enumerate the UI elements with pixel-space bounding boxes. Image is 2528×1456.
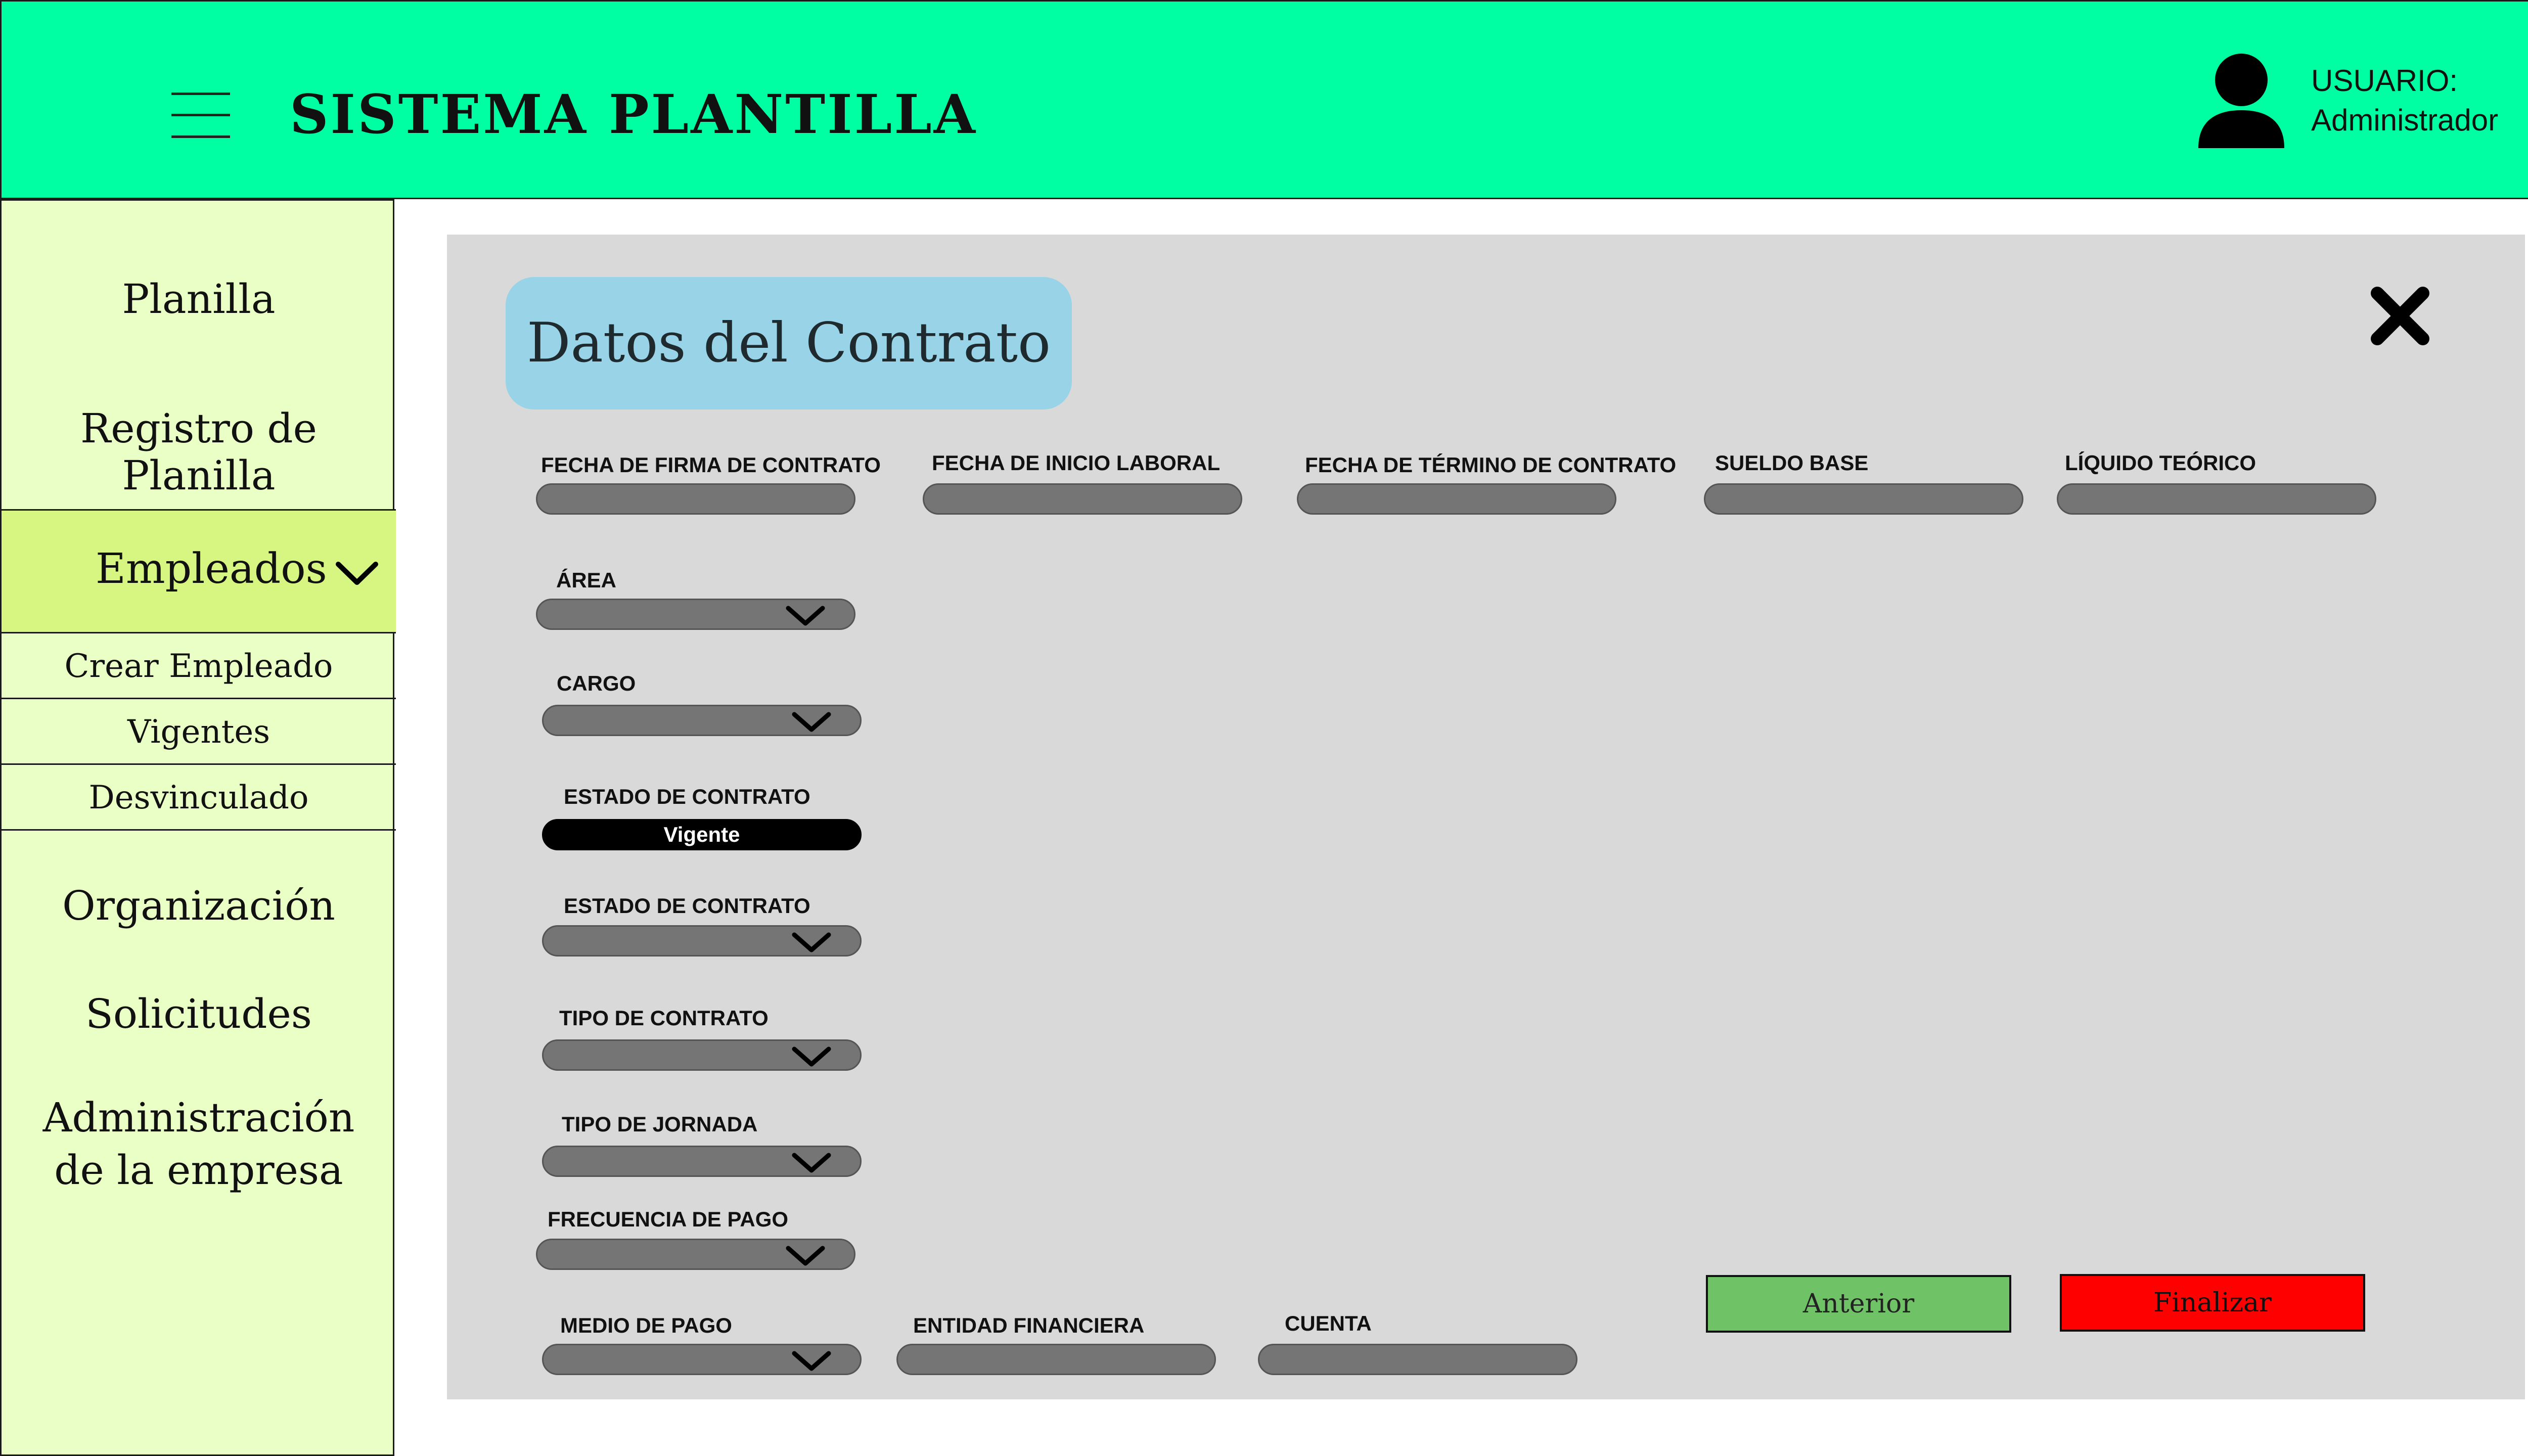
user-label: USUARIO: [2311, 64, 2458, 98]
chevron-down-icon[interactable] [335, 560, 379, 586]
finish-button[interactable]: Finalizar [2060, 1274, 2365, 1332]
nav-item-planilla[interactable]: Planilla [2, 276, 396, 323]
close-icon[interactable] [2367, 283, 2433, 349]
chevron-down-icon[interactable] [785, 1245, 826, 1266]
chevron-down-icon[interactable] [785, 605, 826, 626]
chevron-down-icon[interactable] [791, 1046, 832, 1067]
cargo-label: CARGO [557, 671, 636, 695]
nav-item-administracion-empresa[interactable]: Administración de la empresa [2, 1091, 396, 1197]
nav-item-administracion-line1: Administración [42, 1094, 355, 1141]
user-avatar-icon[interactable] [2198, 52, 2284, 148]
medio-pago-label: MEDIO DE PAGO [560, 1313, 732, 1337]
section-title: Datos del Contrato [506, 277, 1072, 410]
frecuencia-pago-select[interactable] [536, 1239, 855, 1270]
cuenta-label: CUENTA [1285, 1311, 1372, 1335]
nav-item-empleados[interactable]: Empleados [2, 509, 396, 633]
subnav-item-vigentes[interactable]: Vigentes [2, 699, 396, 765]
nav-item-administracion-line2: de la empresa [54, 1147, 343, 1194]
fecha-termino-label: FECHA DE TÉRMINO DE CONTRATO [1305, 453, 1677, 477]
tipo-jornada-select[interactable] [542, 1146, 862, 1177]
area-select[interactable] [536, 599, 855, 630]
chevron-down-icon[interactable] [791, 1152, 832, 1173]
chevron-down-icon[interactable] [791, 711, 832, 733]
user-info: USUARIO: Administrador [2311, 61, 2498, 140]
subnav-item-crear-empleado[interactable]: Crear Empleado [2, 633, 396, 699]
fecha-inicio-input[interactable] [923, 483, 1242, 515]
nav-item-empleados-label: Empleados [96, 545, 327, 593]
fecha-termino-input[interactable] [1297, 483, 1616, 515]
chevron-down-icon[interactable] [791, 1350, 832, 1372]
sueldo-base-label: SUELDO BASE [1715, 451, 1869, 475]
tipo-jornada-label: TIPO DE JORNADA [562, 1112, 758, 1136]
entidad-financiera-input[interactable] [896, 1344, 1216, 1375]
nav-item-registro-planilla[interactable]: Registro de Planilla [2, 405, 396, 499]
estado-contrato-2-label: ESTADO DE CONTRATO [564, 894, 810, 918]
subnav-item-desvinculado[interactable]: Desvinculado [2, 765, 396, 831]
estado-contrato-value[interactable]: Vigente [542, 819, 862, 850]
sueldo-base-input[interactable] [1704, 483, 2023, 515]
chevron-down-icon[interactable] [791, 932, 832, 953]
tipo-contrato-select[interactable] [542, 1039, 862, 1071]
area-label: ÁREA [556, 568, 617, 592]
app-header: SISTEMA PLANTILLA USUARIO: Administrador [0, 0, 2528, 199]
cuenta-input[interactable] [1258, 1344, 1577, 1375]
liquido-teorico-input[interactable] [2057, 483, 2376, 515]
estado-contrato-label: ESTADO DE CONTRATO [564, 785, 810, 808]
fecha-inicio-label: FECHA DE INICIO LABORAL [932, 451, 1221, 475]
frecuencia-pago-label: FRECUENCIA DE PAGO [548, 1207, 789, 1231]
liquido-teorico-label: LÍQUIDO TEÓRICO [2065, 451, 2256, 475]
sidebar: Planilla Registro de Planilla Empleados … [0, 199, 396, 1456]
nav-item-solicitudes[interactable]: Solicitudes [2, 990, 396, 1037]
cargo-select[interactable] [542, 705, 862, 736]
estado-contrato-2-select[interactable] [542, 925, 862, 957]
medio-pago-select[interactable] [542, 1344, 862, 1375]
fecha-firma-label: FECHA DE FIRMA DE CONTRATO [541, 453, 881, 477]
entidad-financiera-label: ENTIDAD FINANCIERA [913, 1313, 1145, 1337]
fecha-firma-input[interactable] [536, 483, 855, 515]
app-title: SISTEMA PLANTILLA [290, 82, 977, 146]
previous-button[interactable]: Anterior [1706, 1275, 2011, 1333]
user-name: Administrador [2311, 103, 2499, 137]
tipo-contrato-label: TIPO DE CONTRATO [559, 1006, 769, 1030]
nav-item-organizacion[interactable]: Organización [2, 882, 396, 929]
hamburger-menu-icon[interactable] [171, 93, 230, 138]
